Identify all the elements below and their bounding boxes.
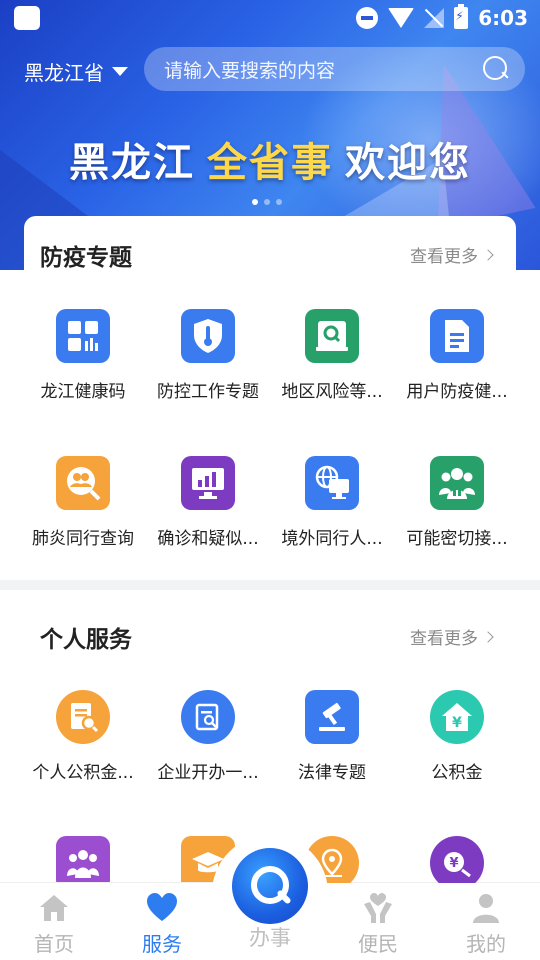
clock: 6:03 (478, 6, 528, 30)
service-label: 企业开办一... (157, 763, 259, 783)
search-icon[interactable] (483, 56, 509, 82)
epidemic-section: 防疫专题 查看更多 龙江健康码 防控工作专题 地区风险等... 用户防疫健...… (0, 216, 540, 580)
slogan-part-2: 全省事 (207, 140, 333, 186)
svg-text:¥: ¥ (449, 856, 458, 871)
caret-down-icon (112, 66, 128, 76)
search-q-icon (232, 848, 308, 924)
house-yen-icon: ¥ (430, 690, 484, 744)
globe-computer-icon (305, 456, 359, 510)
yen-search-icon: ¥ (430, 836, 484, 890)
hands-heart-icon (338, 892, 418, 924)
service-personal-fund[interactable]: 个人公积金... (21, 690, 145, 783)
service-confirmed-suspected[interactable]: 确诊和疑似... (146, 456, 270, 549)
bar-chart-monitor-icon (181, 456, 235, 510)
service-overseas-travel[interactable]: 境外同行人... (270, 456, 394, 549)
banner-slogan: 黑龙江 全省事 欢迎您 (0, 130, 540, 188)
section-title: 个人服务 (40, 627, 132, 653)
view-more-label: 查看更多 (410, 247, 478, 267)
service-label: 龙江健康码 (40, 382, 126, 402)
wifi-icon (388, 8, 415, 28)
slogan-part-1: 黑龙江 (69, 140, 195, 186)
document-search-icon (181, 690, 235, 744)
chevron-right-icon (482, 248, 494, 261)
service-label: 地区风险等... (281, 382, 383, 402)
service-user-health[interactable]: 用户防疫健... (395, 309, 519, 402)
do-not-disturb-icon (356, 7, 379, 29)
service-label: 用户防疫健... (406, 382, 508, 402)
service-label: 法律专题 (298, 763, 366, 783)
service-pneumonia-travel[interactable]: 肺炎同行查询 (21, 456, 145, 549)
svg-text:¥: ¥ (452, 715, 462, 731)
home-icon (14, 892, 94, 924)
nav-mine[interactable]: 我的 (446, 892, 526, 957)
nav-convenience[interactable]: 便民 (338, 892, 418, 957)
service-label: 境外同行人... (281, 529, 383, 549)
service-item[interactable]: ¥ (395, 836, 519, 890)
view-more-link[interactable]: 查看更多 (410, 242, 494, 267)
carousel-dot (252, 199, 258, 205)
service-enterprise-setup[interactable]: 企业开办一... (146, 690, 270, 783)
fund-document-icon (56, 690, 110, 744)
service-label: 公积金 (431, 763, 483, 783)
grid-qr-icon (56, 309, 110, 363)
search-book-icon (305, 309, 359, 363)
service-label: 肺炎同行查询 (32, 529, 134, 549)
gavel-icon (305, 690, 359, 744)
people-lungs-icon (430, 456, 484, 510)
section-title: 防疫专题 (40, 245, 132, 271)
service-area-risk[interactable]: 地区风险等... (270, 309, 394, 402)
chevron-right-icon (482, 630, 494, 643)
thermometer-shield-icon (181, 309, 235, 363)
no-signal-icon (424, 8, 445, 28)
document-icon (430, 309, 484, 363)
people-search-icon (56, 456, 110, 510)
service-legal-topic[interactable]: 法律专题 (270, 690, 394, 783)
nav-service[interactable]: 服务 (122, 892, 202, 957)
app-notification-icon (14, 6, 40, 30)
nav-label: 首页 (34, 932, 74, 956)
nav-home[interactable]: 首页 (14, 892, 94, 957)
location-selector[interactable]: 黑龙江省 (24, 56, 128, 86)
carousel-indicator (252, 199, 282, 205)
nav-label: 便民 (358, 932, 398, 956)
carousel-dot (276, 199, 282, 205)
service-close-contact[interactable]: 可能密切接... (395, 456, 519, 549)
status-bar: 6:03 (0, 0, 540, 36)
nav-label: 服务 (142, 932, 182, 956)
service-label: 个人公积金... (32, 763, 134, 783)
person-icon (446, 892, 526, 924)
view-more-label: 查看更多 (410, 629, 478, 649)
search-input[interactable]: 请输入要搜索的内容 (164, 56, 483, 83)
service-label: 确诊和疑似... (157, 529, 259, 549)
carousel-dot (264, 199, 270, 205)
service-label: 可能密切接... (406, 529, 508, 549)
location-label: 黑龙江省 (24, 60, 104, 85)
search-bar[interactable]: 请输入要搜索的内容 (144, 47, 525, 91)
service-housing-fund[interactable]: ¥ 公积金 (395, 690, 519, 783)
heart-icon (122, 892, 202, 924)
service-prevention-topic[interactable]: 防控工作专题 (146, 309, 270, 402)
battery-charging-icon (454, 4, 469, 29)
view-more-link[interactable]: 查看更多 (410, 624, 494, 649)
nav-label-affairs: 办事 (249, 926, 291, 950)
service-label: 防控工作专题 (157, 382, 259, 402)
service-health-code[interactable]: 龙江健康码 (21, 309, 145, 402)
nav-label: 我的 (466, 932, 506, 956)
slogan-part-3: 欢迎您 (345, 140, 471, 186)
